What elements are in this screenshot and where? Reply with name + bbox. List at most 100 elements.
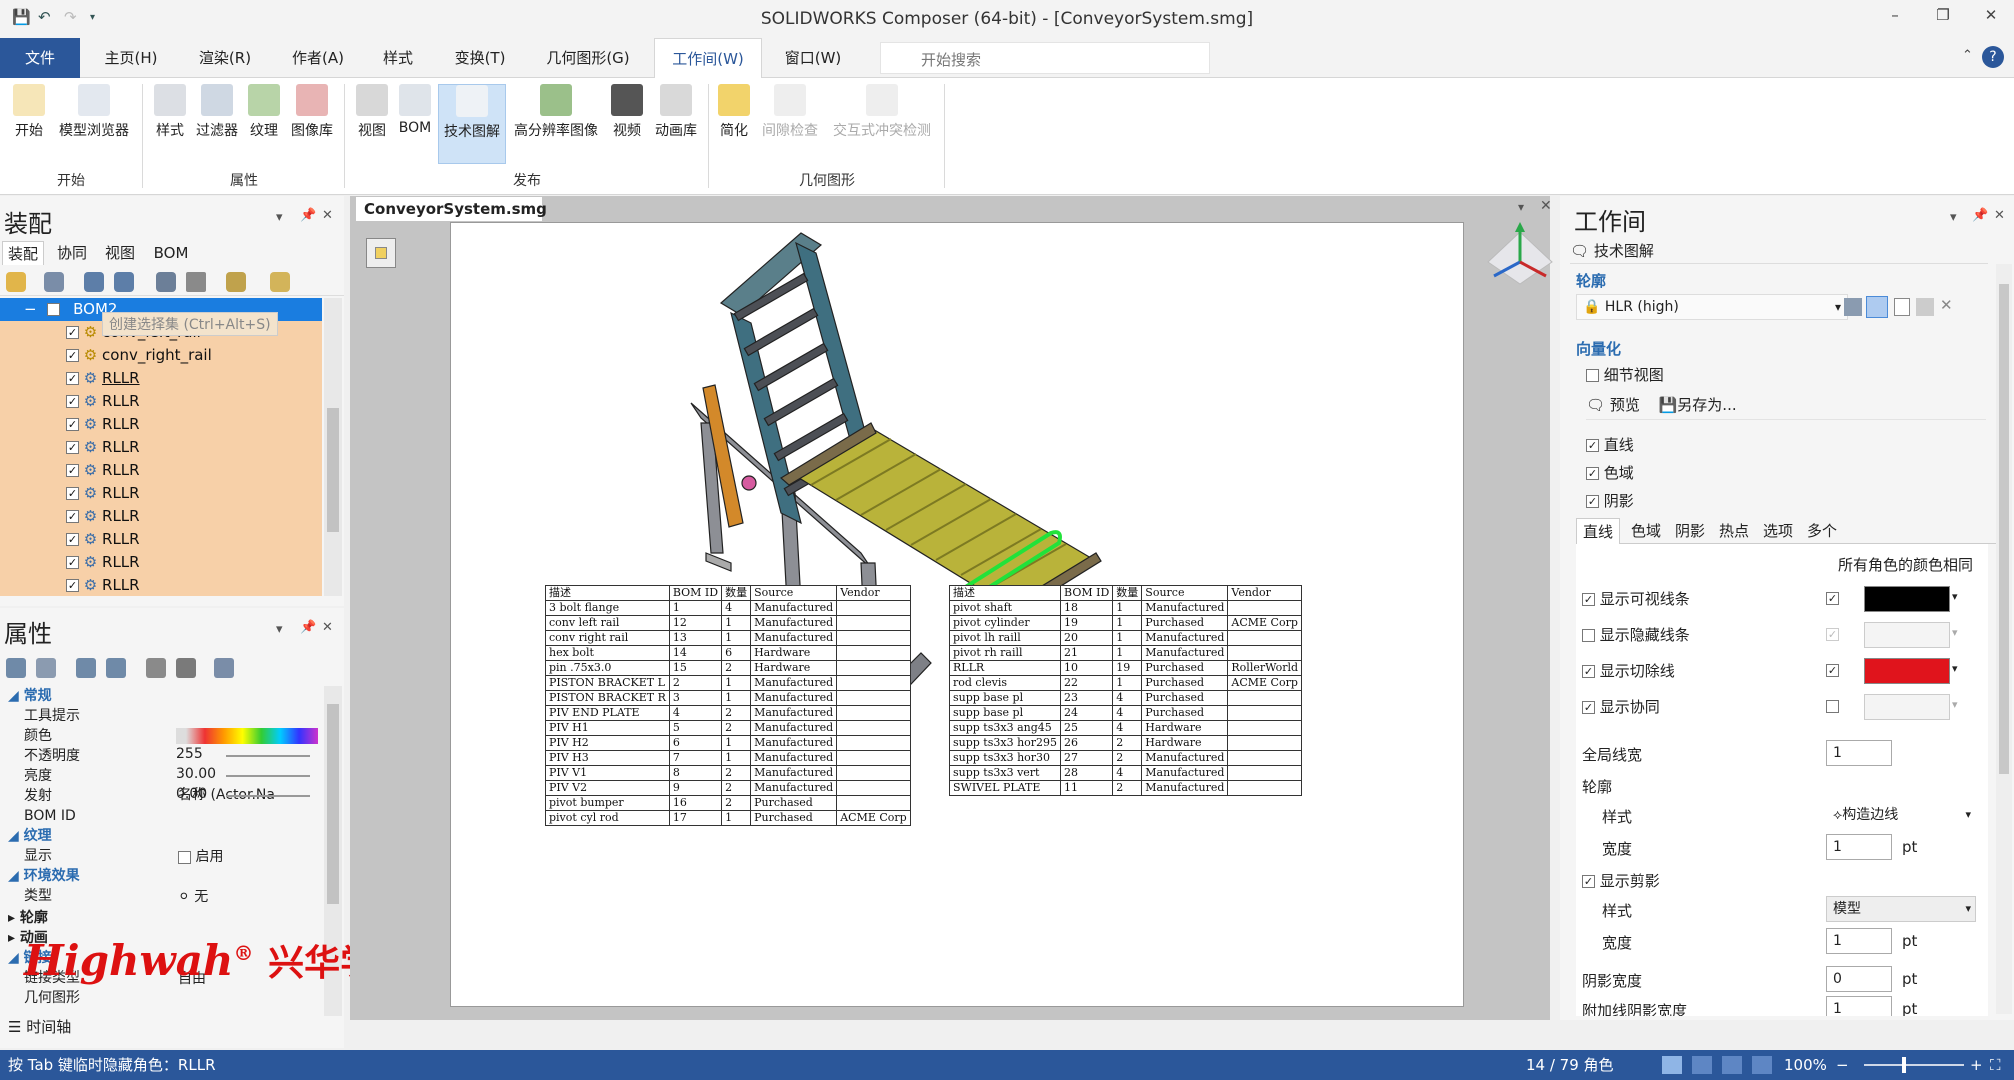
- subtab-options[interactable]: 选项: [1758, 518, 1798, 544]
- section-environment[interactable]: ◢ 环境效果: [0, 866, 320, 886]
- tab-home[interactable]: 主页(H): [92, 38, 170, 78]
- show-hidden-lines-checkbox[interactable]: 显示隐藏线条: [1582, 624, 1690, 645]
- same-color-cut-checkbox[interactable]: ✓: [1826, 664, 1839, 677]
- visibility-checkbox[interactable]: ✓: [66, 487, 79, 500]
- detail-view-checkbox[interactable]: 细节视图: [1586, 364, 1664, 385]
- section-texture[interactable]: ◢ 纹理: [0, 826, 320, 846]
- select-tool-icon[interactable]: [6, 272, 26, 292]
- visibility-checkbox[interactable]: ✓: [66, 441, 79, 454]
- new-preset-icon[interactable]: [1894, 298, 1910, 316]
- color-dropdown-icon[interactable]: ▾: [1952, 590, 1958, 603]
- opacity-slider[interactable]: [226, 755, 310, 757]
- tab-assembly[interactable]: 装配: [2, 241, 44, 265]
- show-cut-lines-checkbox[interactable]: ✓ 显示切除线: [1582, 660, 1675, 681]
- tree-scrollbar[interactable]: [324, 298, 342, 596]
- zoom-slider[interactable]: [1864, 1064, 1964, 1066]
- visibility-checkbox[interactable]: ✓: [66, 418, 79, 431]
- visible-line-color[interactable]: [1864, 586, 1950, 612]
- tree-expand-icon[interactable]: −: [24, 300, 37, 318]
- tab-views[interactable]: 视图: [100, 241, 140, 265]
- tree-item[interactable]: ✓ ⚙ RLLR: [0, 551, 320, 574]
- scrollbar-thumb[interactable]: [327, 704, 339, 904]
- save-as-button[interactable]: 💾另存为...: [1659, 396, 1737, 414]
- start-button[interactable]: 开始: [8, 84, 50, 164]
- panel-close-icon[interactable]: ✕: [322, 620, 333, 635]
- visibility-checkbox[interactable]: ✓: [66, 556, 79, 569]
- technical-illustration-button[interactable]: 技术图解: [438, 84, 506, 164]
- color-dropdown-icon[interactable]: ▾: [1952, 698, 1958, 711]
- same-color-hidden-checkbox[interactable]: ✓: [1826, 628, 1839, 641]
- tab-geometry[interactable]: 几何图形(G): [534, 38, 642, 78]
- contour-width-input[interactable]: 1: [1826, 834, 1892, 860]
- same-color-visible-checkbox[interactable]: ✓: [1826, 592, 1839, 605]
- preset-icon[interactable]: [1844, 298, 1862, 316]
- visibility-checkbox[interactable]: ✓: [66, 326, 79, 339]
- panel-menu-icon[interactable]: ▾: [276, 210, 283, 225]
- grid-icon[interactable]: [1722, 1056, 1742, 1074]
- viewport-canvas[interactable]: 描述 BOM ID 数量 Source Vendor 3 bolt flange 1 4 Ma…: [450, 222, 1464, 1007]
- texture-enable-checkbox[interactable]: 启用: [178, 846, 223, 866]
- color-dropdown-icon[interactable]: ▾: [1952, 662, 1958, 675]
- tree-item[interactable]: ✓ ⚙ RLLR: [0, 436, 320, 459]
- visibility-checkbox[interactable]: ✓: [66, 579, 79, 592]
- zoom-slider-thumb[interactable]: [1902, 1057, 1906, 1073]
- reset-icon[interactable]: [146, 658, 166, 678]
- tree-item[interactable]: ✓ ⚙ conv_right_rail: [0, 344, 320, 367]
- eyedropper-icon[interactable]: [176, 658, 196, 678]
- delete-preset-icon[interactable]: ✕: [1940, 296, 1953, 314]
- tab-file[interactable]: 文件: [0, 38, 80, 78]
- shadows-checkbox[interactable]: ✓ 阴影: [1586, 490, 1634, 511]
- zoom-out-icon[interactable]: −: [1836, 1050, 1849, 1080]
- show-collaboration-checkbox[interactable]: ✓ 显示协同: [1582, 696, 1660, 717]
- document-tab[interactable]: ConveyorSystem.smg: [356, 197, 547, 221]
- zoom-in-icon[interactable]: +: [1970, 1050, 1983, 1080]
- workshop-scrollbar[interactable]: [1996, 264, 2012, 1014]
- pin-icon[interactable]: 📌: [1972, 208, 1988, 223]
- lines-checkbox[interactable]: ✓ 直线: [1586, 434, 1634, 455]
- show-silhouette-checkbox[interactable]: ✓ 显示剪影: [1582, 870, 1660, 891]
- link-icon[interactable]: [76, 658, 96, 678]
- tab-transform[interactable]: 变换(T): [440, 38, 520, 78]
- tab-workshops[interactable]: 工作间(W): [654, 38, 762, 79]
- brightness-value[interactable]: 30.00: [176, 766, 216, 782]
- scrollbar-thumb[interactable]: [1999, 284, 2009, 774]
- subtab-shadows[interactable]: 阴影: [1670, 518, 1710, 544]
- silhouette-style-select[interactable]: 模型 ▾: [1826, 896, 1976, 922]
- filter-button[interactable]: 过滤器: [192, 84, 242, 164]
- help-icon[interactable]: ?: [1982, 46, 2004, 68]
- color-areas-checkbox[interactable]: ✓ 色域: [1586, 462, 1634, 483]
- pin-icon[interactable]: 📌: [300, 620, 316, 635]
- extra-shadow-width-input[interactable]: 1: [1826, 996, 1892, 1016]
- close-button[interactable]: ✕: [1976, 6, 2006, 30]
- same-color-collab-checkbox[interactable]: [1826, 700, 1839, 713]
- section-general[interactable]: ◢ 常规: [0, 686, 320, 706]
- fit-view-icon[interactable]: [1752, 1056, 1772, 1074]
- tab-collaboration[interactable]: 协同: [52, 241, 92, 265]
- env-type-select[interactable]: ⚪ 无: [178, 886, 208, 906]
- tab-author[interactable]: 作者(A): [280, 38, 356, 78]
- contour-style-select[interactable]: ⟡构造边线 ▾: [1826, 802, 1976, 828]
- visibility-checkbox[interactable]: ✓: [66, 533, 79, 546]
- tree-item[interactable]: ✓ ⚙ RLLR: [0, 367, 320, 390]
- section-outline[interactable]: ▸ 轮廓: [0, 908, 320, 928]
- fullscreen-icon[interactable]: ⛶: [1990, 1050, 2001, 1080]
- subtab-color-areas[interactable]: 色域: [1626, 518, 1666, 544]
- collapse-icon[interactable]: [114, 272, 134, 292]
- hidden-line-color[interactable]: [1864, 622, 1950, 648]
- timeline-toggle[interactable]: ☰ 时间轴: [8, 1016, 71, 1037]
- model-browser-button[interactable]: 模型浏览器: [52, 84, 136, 164]
- tab-styles[interactable]: 样式: [370, 38, 426, 78]
- viewport-corner-icon[interactable]: [366, 238, 396, 268]
- bom-button[interactable]: BOM: [394, 84, 436, 164]
- restore-button[interactable]: ❐: [1928, 6, 1958, 30]
- global-width-input[interactable]: 1: [1826, 740, 1892, 766]
- visibility-checkbox[interactable]: ✓: [66, 510, 79, 523]
- panel-menu-icon[interactable]: ▾: [1950, 210, 1957, 225]
- save-preset-icon[interactable]: [1916, 298, 1934, 316]
- color-picker[interactable]: [176, 728, 318, 744]
- tab-window[interactable]: 窗口(W): [774, 38, 852, 78]
- search-box[interactable]: 开始搜索: [880, 42, 1210, 74]
- sort-icon[interactable]: [156, 272, 176, 292]
- pin-icon[interactable]: 📌: [300, 208, 316, 223]
- high-res-image-button[interactable]: 高分辨率图像: [508, 84, 604, 164]
